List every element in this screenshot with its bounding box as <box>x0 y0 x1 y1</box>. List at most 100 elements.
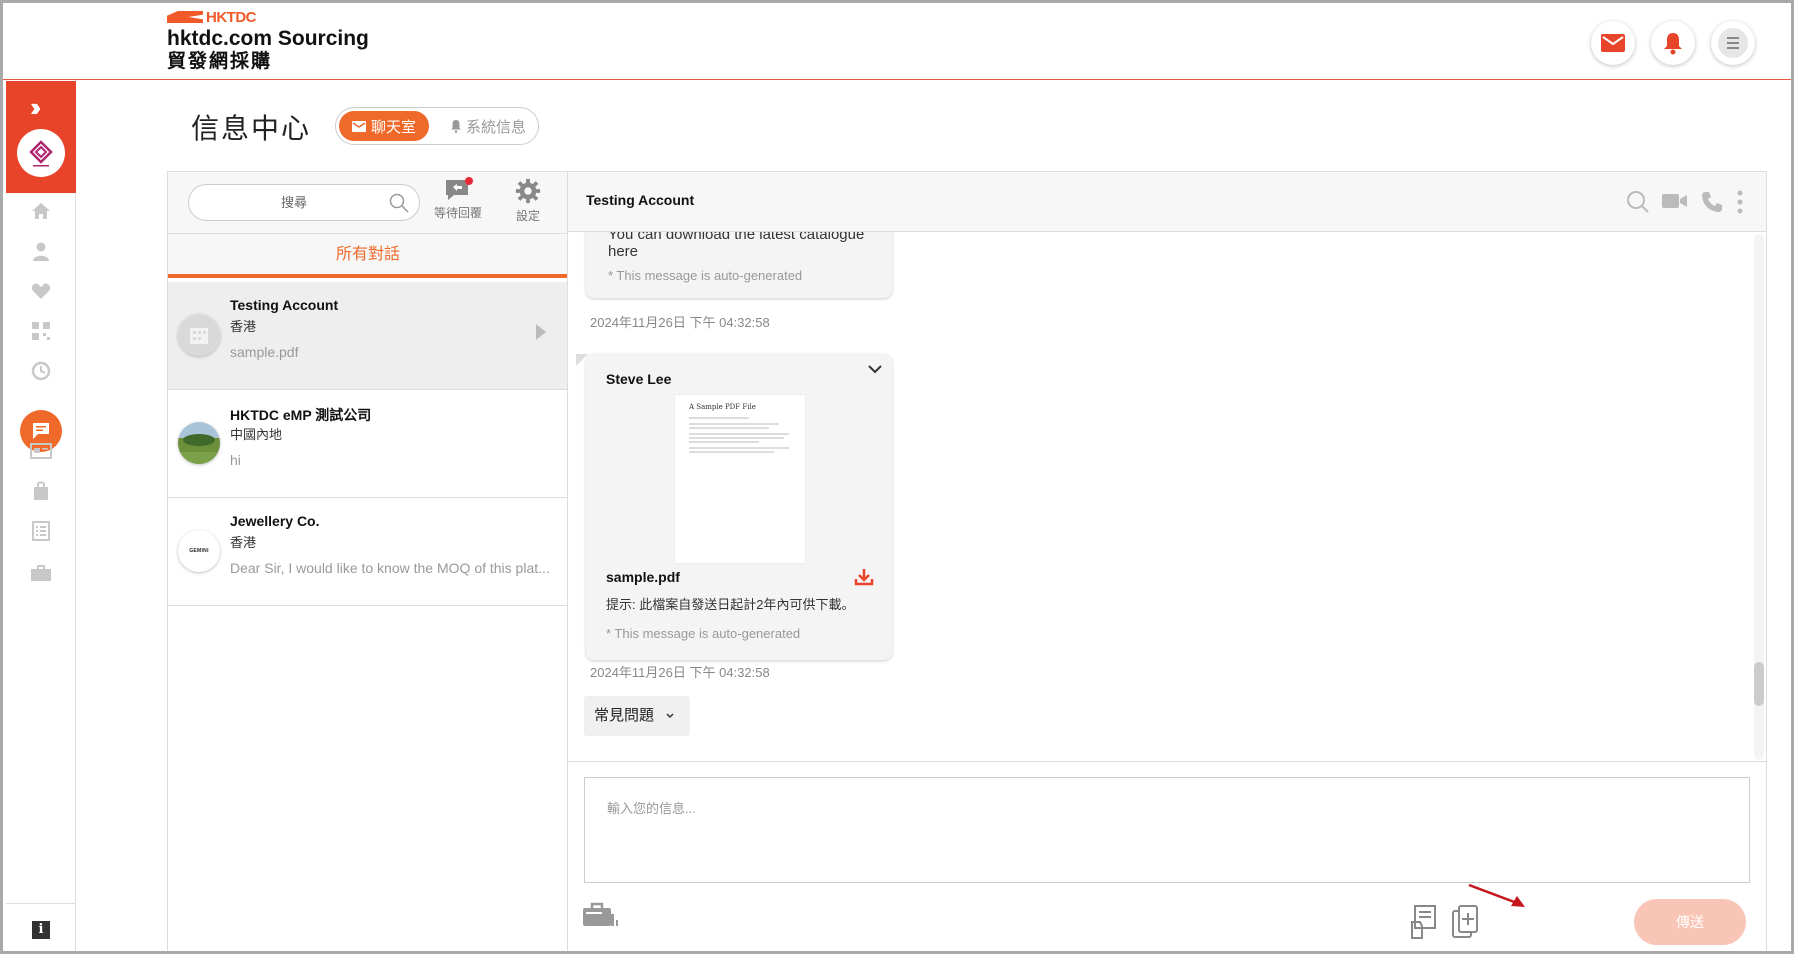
logo-mark: HKTDC <box>167 9 369 26</box>
hktdc-logo[interactable]: HKTDC hktdc.com Sourcing 貿發網採購 <box>167 9 369 73</box>
chevron-down-icon[interactable] <box>868 364 882 374</box>
auto-generated-note: * This message is auto-generated <box>606 626 801 641</box>
scrollbar-thumb[interactable] <box>1754 662 1764 706</box>
conversation-list-header: 搜尋 等待回覆 設定 <box>168 172 568 234</box>
notification-button[interactable] <box>1651 21 1695 65</box>
conversation-item[interactable]: HKTDC eMP 測試公司 中國內地 hi <box>168 390 568 498</box>
pdf-text-line <box>689 451 774 453</box>
bag-icon <box>34 481 48 500</box>
page-title: 信息中心 <box>191 113 312 144</box>
gear-icon <box>515 178 541 204</box>
favorites-icon <box>31 283 51 299</box>
top-header: HKTDC hktdc.com Sourcing 貿發網採購 <box>3 3 1791 80</box>
search-icon[interactable] <box>1626 190 1650 214</box>
pending-reply-label: 等待回覆 <box>434 206 483 220</box>
sidebar-bag[interactable] <box>6 473 76 509</box>
conversation-last-message: sample.pdf <box>230 344 299 360</box>
app-window: HKTDC hktdc.com Sourcing 貿發網採購 ›› i 信息中心… <box>0 0 1794 954</box>
sidebar-card[interactable] <box>6 433 76 469</box>
sender-name: Steve Lee <box>606 371 672 387</box>
avatar-logo-text: GEMINI <box>189 548 209 554</box>
double-chevron-right-icon[interactable]: ›› <box>30 94 42 120</box>
conversation-location: 香港 <box>230 319 257 334</box>
tab-system-messages[interactable]: 系統信息 <box>440 111 536 141</box>
pdf-text-line <box>689 437 784 439</box>
left-sidebar: ›› i <box>6 81 76 951</box>
chat-contact-name: Testing Account <box>586 192 695 208</box>
phone-icon[interactable] <box>1700 190 1724 214</box>
message-type-toggle: 聊天室 系統信息 <box>335 107 539 145</box>
conversation-name: HKTDC eMP 測試公司 <box>230 407 372 423</box>
avatar: GEMINI <box>178 530 220 572</box>
sidebar-history[interactable] <box>6 353 76 389</box>
avatar <box>178 314 220 356</box>
qr-code-icon <box>32 322 50 340</box>
annotation-arrow <box>1468 883 1525 907</box>
message-input[interactable]: 輸入您的信息... <box>584 777 1750 883</box>
conversation-name: Jewellery Co. <box>230 513 320 529</box>
pdf-text-line <box>689 423 779 425</box>
bell-icon <box>1664 33 1682 55</box>
brand-name-zh: 貿發網採購 <box>167 51 273 72</box>
conversation-item[interactable]: GEMINI Jewellery Co. 香港 Dear Sir, I woul… <box>168 498 568 606</box>
conversation-last-message: hi <box>230 452 241 468</box>
message-bubble: You can download the latest catalogue he… <box>586 232 892 298</box>
search-icon[interactable] <box>389 193 409 213</box>
info-icon[interactable]: i <box>32 921 50 939</box>
menu-button[interactable] <box>1711 21 1755 65</box>
chat-panel: Testing Account You can download the lat… <box>567 171 1767 951</box>
sidebar-profile[interactable] <box>6 233 76 269</box>
pdf-thumbnail-title: A Sample PDF File <box>689 403 756 411</box>
sidebar-briefcase[interactable] <box>6 555 76 591</box>
sidebar-qr[interactable] <box>6 313 76 349</box>
conversation-item[interactable]: Testing Account 香港 sample.pdf <box>168 282 568 390</box>
pdf-text-line <box>689 447 789 449</box>
more-vertical-icon[interactable] <box>1737 190 1743 214</box>
settings-button[interactable]: 設定 <box>514 178 542 224</box>
pending-reply-button[interactable]: 等待回覆 <box>434 177 483 221</box>
sidebar-favorites[interactable] <box>6 273 76 309</box>
faq-label: 常見問題 <box>594 707 655 724</box>
card-icon <box>30 443 52 459</box>
mail-icon <box>351 120 366 132</box>
download-icon[interactable] <box>854 568 874 586</box>
auto-generated-note: * This message is auto-generated <box>608 268 803 283</box>
message-scrollbar[interactable] <box>1754 234 1764 760</box>
pdf-text-line <box>689 441 759 443</box>
message-input-placeholder: 輸入您的信息... <box>607 801 696 816</box>
tab-all-conversations[interactable]: 所有對話 <box>168 234 568 278</box>
chevron-down-icon <box>666 713 674 719</box>
tab-chatroom-label: 聊天室 <box>370 118 416 136</box>
pdf-thumbnail[interactable]: A Sample PDF File <box>674 394 806 564</box>
chevron-right-icon <box>536 324 546 340</box>
file-name: sample.pdf <box>606 569 680 585</box>
profile-icon <box>33 242 49 261</box>
avatar <box>178 422 220 464</box>
add-file-icon[interactable] <box>1452 905 1478 939</box>
message-area: You can download the latest catalogue he… <box>568 232 1766 762</box>
company-avatar[interactable] <box>17 129 65 177</box>
faq-dropdown[interactable]: 常見問題 <box>584 696 690 736</box>
list-icon <box>32 521 50 541</box>
conversation-name: Testing Account <box>230 297 339 313</box>
conversation-location: 香港 <box>230 535 257 550</box>
sidebar-list[interactable] <box>6 513 76 549</box>
mail-button[interactable] <box>1591 21 1635 65</box>
tab-system-label: 系統信息 <box>465 118 526 136</box>
chat-header: Testing Account <box>568 172 1766 232</box>
settings-label: 設定 <box>515 209 540 223</box>
send-button[interactable]: 傳送 <box>1634 899 1746 945</box>
search-placeholder: 搜尋 <box>280 195 307 210</box>
business-card-icon[interactable] <box>582 900 618 928</box>
send-form-icon[interactable] <box>1408 904 1438 940</box>
pdf-text-line <box>689 427 769 429</box>
unread-dot <box>465 177 473 185</box>
video-call-icon[interactable] <box>1662 192 1688 210</box>
search-input[interactable]: 搜尋 <box>188 184 420 221</box>
mail-icon <box>1601 34 1625 52</box>
tab-chatroom[interactable]: 聊天室 <box>339 111 429 141</box>
download-hint: 提示: 此檔案自發送日起計2年內可供下載。 <box>606 597 855 612</box>
sidebar-home[interactable] <box>6 193 76 229</box>
file-message-bubble: Steve Lee A Sample PDF File sample.pdf 提… <box>586 354 892 660</box>
message-timestamp: 2024年11月26日 下午 04:32:58 <box>590 665 770 680</box>
